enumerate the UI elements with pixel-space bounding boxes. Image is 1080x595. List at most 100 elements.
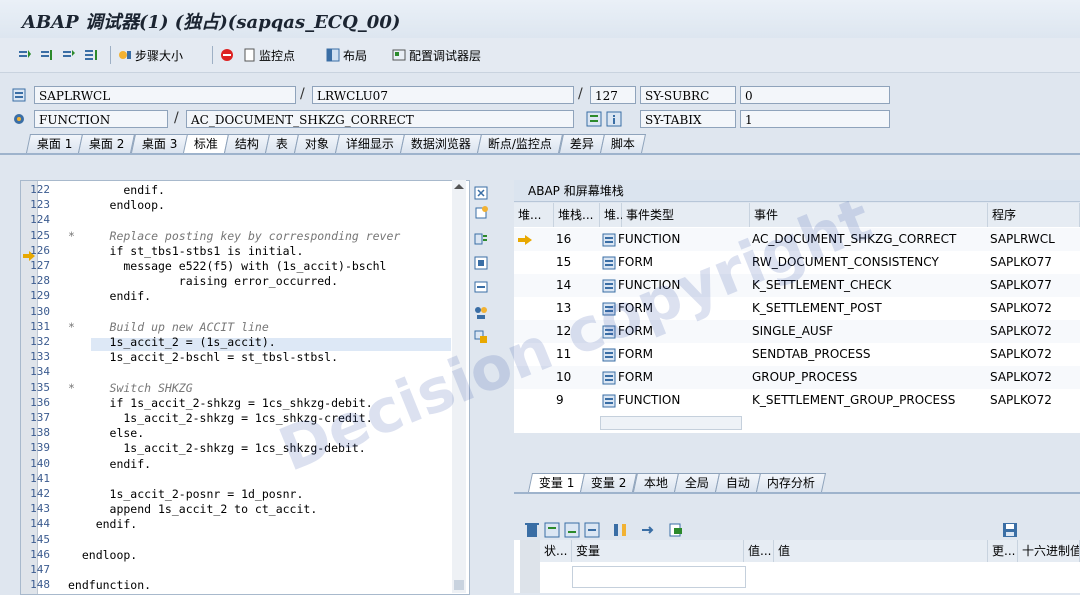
fullscreen-icon[interactable] xyxy=(474,256,488,270)
close-icon[interactable] xyxy=(474,186,488,200)
tab-global[interactable]: 全局 xyxy=(673,473,720,492)
code-vertical-scrollbar[interactable] xyxy=(452,180,466,593)
code-line[interactable]: 1s_accit_2-shkzg = 1cs_shkzg-debit. xyxy=(68,441,365,455)
include-field[interactable]: LRWCLU07 xyxy=(312,86,574,104)
save-variables-icon[interactable] xyxy=(564,522,580,538)
program-icon xyxy=(12,88,26,102)
sy-tabix-value[interactable]: 1 xyxy=(740,110,890,128)
stack-horizontal-scrollbar[interactable] xyxy=(600,416,742,430)
code-line[interactable]: endif. xyxy=(68,457,152,471)
new-tool-icon[interactable] xyxy=(474,206,488,220)
stack-row[interactable]: 13 FORM K_SETTLEMENT_POST SAPLKO72 xyxy=(514,297,1080,320)
tab-local[interactable]: 本地 xyxy=(632,473,679,492)
step-into-icon[interactable] xyxy=(18,46,35,64)
tab-standard[interactable]: 标准 xyxy=(183,134,230,153)
code-line[interactable]: else. xyxy=(68,426,145,440)
step-over-icon[interactable] xyxy=(40,46,57,64)
stack-row[interactable]: 14 FUNCTION K_SETTLEMENT_CHECK SAPLKO77 xyxy=(514,274,1080,297)
event-type-field[interactable]: FUNCTION xyxy=(34,110,168,128)
step-size-button[interactable]: 步骤大小 xyxy=(118,46,183,64)
stack-event-type: FORM xyxy=(618,255,654,269)
line-field[interactable]: 127 xyxy=(590,86,636,104)
stack-level: 14 xyxy=(556,278,572,292)
col-event[interactable]: 事件 xyxy=(750,203,988,227)
load-variables-icon[interactable] xyxy=(544,522,560,538)
info-icon[interactable] xyxy=(606,111,622,127)
code-line[interactable]: raising error_occurred. xyxy=(68,274,338,288)
event-field[interactable]: AC_DOCUMENT_SHKZG_CORRECT xyxy=(186,110,574,128)
stop-icon[interactable] xyxy=(220,46,237,64)
variable-input-row1[interactable] xyxy=(572,566,746,588)
tab-detail[interactable]: 详细显示 xyxy=(335,134,406,153)
tool-settings-icon[interactable] xyxy=(474,330,488,344)
watchpoint-label: 监控点 xyxy=(259,48,296,63)
list-icon[interactable] xyxy=(586,111,602,127)
stack-entry-icon xyxy=(602,348,616,362)
col-value-type[interactable]: 值... xyxy=(744,540,774,562)
tab-variables-1[interactable]: 变量 1 xyxy=(527,473,586,492)
tab-data-explorer[interactable]: 数据浏览器 xyxy=(400,134,483,153)
col-changed[interactable]: 更... xyxy=(988,540,1018,562)
stack-row[interactable]: 9 FUNCTION K_SETTLEMENT_GROUP_PROCESS SAPLK… xyxy=(514,389,1080,412)
tab-desktop-3[interactable]: 桌面 3 xyxy=(130,134,189,153)
code-line[interactable]: endif. xyxy=(68,183,165,197)
code-line[interactable]: endif. xyxy=(68,289,152,303)
code-line[interactable]: endloop. xyxy=(68,548,137,562)
col-stack-1[interactable]: 堆... xyxy=(514,203,554,227)
code-line[interactable]: * Switch SHKZG xyxy=(68,381,193,395)
tab-memory-analysis[interactable]: 内存分析 xyxy=(755,473,826,492)
code-line[interactable]: if 1s_accit_2-shkzg = 1cs_shkzg-debit. xyxy=(68,396,373,410)
layout-button[interactable]: 布局 xyxy=(326,46,367,64)
code-line[interactable]: endloop. xyxy=(68,198,165,212)
delete-icon[interactable] xyxy=(524,522,540,538)
continue-icon[interactable] xyxy=(84,46,101,64)
code-line[interactable]: endfunction. xyxy=(68,578,151,592)
code-line[interactable]: 1s_accit_2-posnr = 1d_posnr. xyxy=(68,487,304,501)
col-status[interactable]: 状... xyxy=(540,540,572,562)
save-icon[interactable] xyxy=(1002,522,1018,538)
sy-subrc-value[interactable]: 0 xyxy=(740,86,890,104)
col-stack-3[interactable]: 堆... xyxy=(600,203,627,227)
code-line[interactable]: 1s_accit_2-bschl = st_tbsl-stbsl. xyxy=(68,350,339,364)
code-line[interactable]: append 1s_accit_2 to ct_accit. xyxy=(68,502,318,516)
col-variable[interactable]: 变量 xyxy=(572,540,744,562)
transfer-icon[interactable] xyxy=(640,522,656,538)
swap-tool-icon[interactable] xyxy=(474,280,488,294)
col-hex-value[interactable]: 十六进制值 xyxy=(1018,540,1080,562)
tab-object[interactable]: 对象 xyxy=(294,134,341,153)
tab-auto[interactable]: 自动 xyxy=(714,473,761,492)
stack-row[interactable]: 15 FORM RW_DOCUMENT_CONSISTENCY SAPLKO77 xyxy=(514,251,1080,274)
col-stack-level[interactable]: 堆栈... xyxy=(554,203,600,227)
replace-tool-icon[interactable] xyxy=(474,232,488,246)
code-line[interactable]: 1s_accit_2-shkzg = 1cs_shkzg-credit. xyxy=(68,411,372,425)
services-icon[interactable] xyxy=(474,306,488,320)
code-line[interactable]: * Build up new ACCIT line xyxy=(68,320,269,334)
stack-row[interactable]: 12 FORM SINGLE_AUSF SAPLKO72 xyxy=(514,320,1080,343)
tab-desktop-2[interactable]: 桌面 2 xyxy=(78,134,136,153)
stack-row[interactable]: 11 FORM SENDTAB_PROCESS SAPLKO72 xyxy=(514,343,1080,366)
program-field[interactable]: SAPLRWCL xyxy=(34,86,296,104)
stack-row[interactable]: 10 FORM GROUP_PROCESS SAPLKO72 xyxy=(514,366,1080,389)
export-icon[interactable] xyxy=(584,522,600,538)
filter-icon[interactable] xyxy=(612,522,628,538)
code-line[interactable]: message e522(f5) with (1s_accit)-bschl xyxy=(68,259,386,273)
code-line[interactable]: if st_tbs1-stbs1 is initial. xyxy=(68,244,304,258)
tab-breakpoints[interactable]: 断点/监控点 xyxy=(477,134,564,153)
config-layers-button[interactable]: 配置调试器层 xyxy=(392,46,481,64)
tab-desktop-1[interactable]: 桌面 1 xyxy=(25,134,84,153)
tab-structure[interactable]: 结构 xyxy=(224,134,271,153)
stack-row[interactable]: 16 FUNCTION AC_DOCUMENT_SHKZG_CORRECT SAPLR… xyxy=(514,228,1080,251)
tab-script[interactable]: 脚本 xyxy=(599,134,646,153)
col-event-type[interactable]: 事件类型 xyxy=(622,203,750,227)
col-program[interactable]: 程序 xyxy=(988,203,1080,227)
tab-variables-2[interactable]: 变量 2 xyxy=(580,473,638,492)
clear-icon[interactable] xyxy=(668,522,684,538)
col-value[interactable]: 值 xyxy=(774,540,988,562)
code-line[interactable]: 1s_accit_2 = (1s_accit). xyxy=(68,335,276,349)
return-icon[interactable] xyxy=(62,46,79,64)
code-line[interactable]: * Replace posting key by corresponding r… xyxy=(68,229,400,243)
stack-event: SENDTAB_PROCESS xyxy=(752,347,871,361)
code-line[interactable]: endif. xyxy=(68,517,138,531)
tab-diff[interactable]: 差异 xyxy=(558,134,605,153)
watchpoint-button[interactable]: 监控点 xyxy=(242,46,295,64)
